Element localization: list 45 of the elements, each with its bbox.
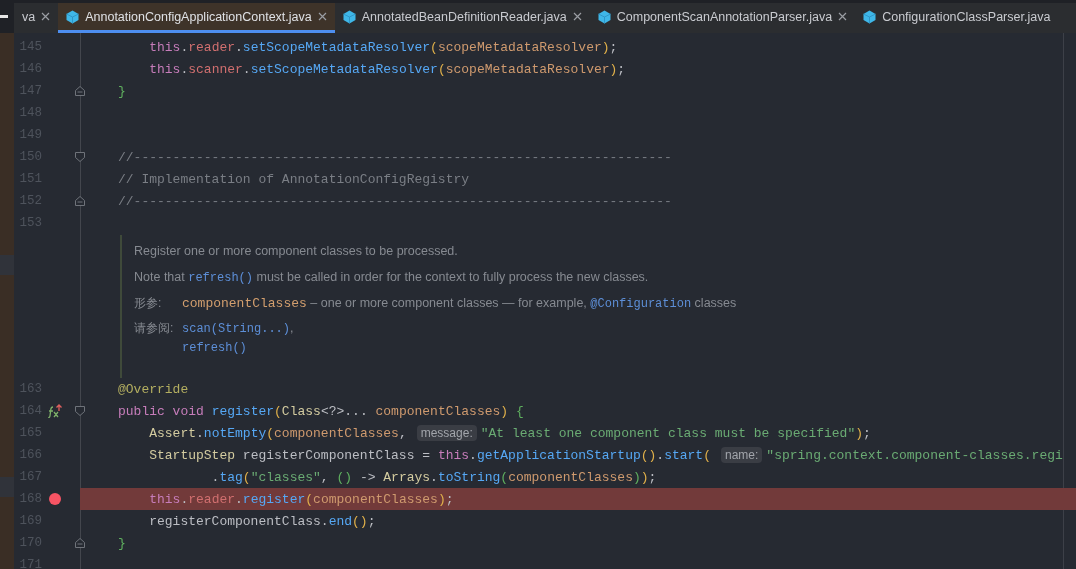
doc-paragraph: Register one or more component classes to be processed. (134, 243, 459, 260)
code-line: StartupStep registerComponentClass = this.getApplicationStartup().start( (148, 447, 711, 463)
doc-paragraph: Note that refresh() must be called in order for the context to fully process the new classes. (134, 269, 650, 287)
method-marker-icon[interactable] (47, 404, 63, 418)
editor-tab[interactable]: ComponentScanAnnotationParser.java (589, 3, 856, 33)
code-line: "spring.context.component-classes.regi (766, 447, 1063, 463)
doc-link[interactable]: scan(String...) (182, 322, 291, 336)
code-line: "At least one component class must be specified"); (480, 425, 871, 441)
code-line: } (118, 83, 126, 99)
code-line: registerComponentClass.end(); (148, 513, 376, 529)
code-line: //--------------------------------------------------------------------- (118, 149, 672, 165)
doc-link[interactable]: refresh() (188, 271, 253, 285)
editor-tab[interactable]: va (14, 3, 59, 33)
code-line: } (118, 535, 126, 551)
code-line: public void register(Class<?>... componentClasses) { (118, 403, 524, 419)
code-line: //--------------------------------------------------------------------- (118, 193, 672, 209)
param-description: componentClasses – one or more component classes — for example, @Configuration classes (182, 295, 738, 313)
code-line: @Override (118, 381, 189, 397)
fold-icon[interactable] (74, 195, 86, 207)
code-line: this.scanner.setScopeMetadataResolver(scopeMetadataResolver); (148, 61, 626, 77)
fold-icon[interactable] (74, 405, 86, 417)
doc-link[interactable]: refresh() (182, 341, 247, 355)
doc-link[interactable]: @Configuration (590, 297, 692, 311)
code-line: .tag("classes", () -> Arrays.toString(componentClasses)); (210, 469, 657, 485)
fold-icon[interactable] (74, 85, 86, 97)
see-also-label: 请参阅: (134, 320, 174, 337)
code-line: this.reader.register(componentClasses); (148, 491, 454, 507)
close-icon[interactable] (317, 12, 327, 21)
close-icon[interactable] (41, 12, 51, 21)
fold-icon[interactable] (74, 537, 86, 549)
comma: , (290, 321, 294, 335)
close-icon[interactable] (838, 12, 848, 21)
close-icon[interactable] (572, 12, 582, 21)
editor-tab[interactable]: ConfigurationClassParser.java (855, 3, 1059, 33)
parameter-hint: name: (721, 447, 763, 463)
params-label: 形参: (134, 295, 163, 312)
code-line: this.reader.setScopeMetadataResolver(scopeMetadataResolver); (148, 39, 618, 55)
code-line: // Implementation of AnnotationConfigRegistry (118, 171, 470, 187)
strip-marker (0, 15, 8, 18)
code-line: Assert.notEmpty(componentClasses, (148, 425, 407, 441)
editor-tab[interactable]: AnnotationConfigApplicationContext.java (58, 3, 335, 33)
breakpoint-icon[interactable] (49, 493, 61, 505)
editor-tab[interactable]: AnnotatedBeanDefinitionReader.java (334, 3, 590, 33)
parameter-hint: message: (416, 425, 477, 441)
fold-icon[interactable] (74, 151, 86, 163)
